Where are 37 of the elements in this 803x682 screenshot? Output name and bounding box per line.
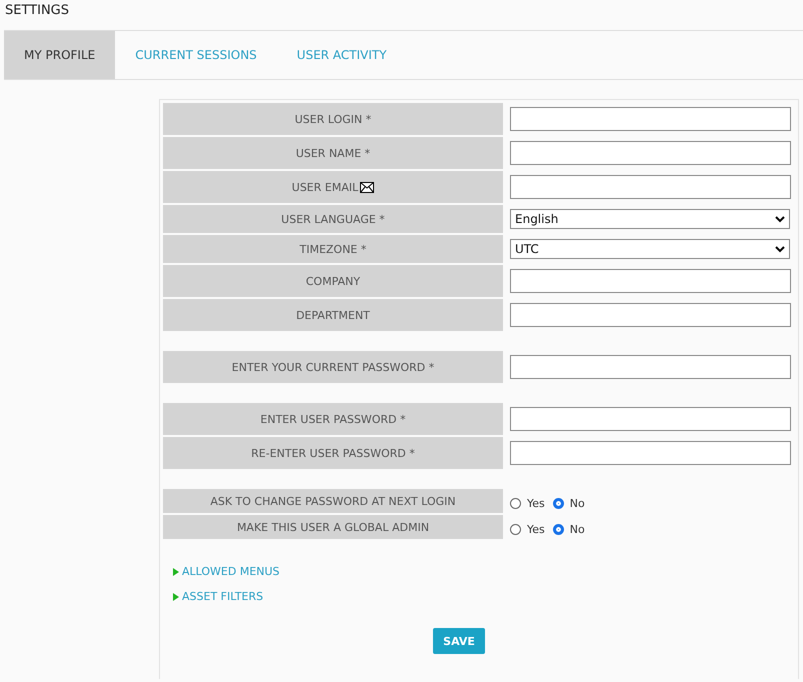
field-label: DEPARTMENT [296,308,370,322]
envelope-icon [360,182,374,192]
field-label: USER LOGIN * [294,112,372,126]
chevron-down-icon [775,216,785,222]
input-field[interactable] [510,175,791,199]
field-label: USER NAME * [296,146,370,160]
input-field[interactable] [510,407,791,431]
radio-label[interactable]: Yes [527,497,545,510]
field-label: COMPANY [306,274,360,288]
input-field[interactable] [510,269,791,293]
page-title: SETTINGS [4,2,70,20]
field-label: ASK TO CHANGE PASSWORD AT NEXT LOGIN [210,494,456,508]
dropdown[interactable]: English [510,209,790,229]
expand-triangle-icon [173,592,179,600]
input-field[interactable] [510,441,791,465]
field-label: MAKE THIS USER A GLOBAL ADMIN [236,520,430,534]
tab[interactable]: MY PROFILE [4,31,116,79]
input-field[interactable] [510,303,791,327]
field-label: ENTER USER PASSWORD * [260,412,406,426]
radio-label[interactable]: No [570,523,585,536]
radio-label[interactable]: Yes [527,523,545,536]
expand-triangle-icon [173,568,179,576]
radio-label[interactable]: No [570,497,585,510]
radio-button[interactable] [552,498,564,509]
dropdown[interactable]: UTC [510,239,790,259]
field-label: TIMEZONE * [300,242,366,256]
radio-button[interactable] [552,524,564,535]
input-field[interactable] [510,355,791,379]
radio-button[interactable] [510,524,521,535]
field-label: USER EMAIL [292,180,358,194]
chevron-down-icon [775,246,785,252]
input-field[interactable] [510,141,791,165]
field-label: USER LANGUAGE * [281,212,385,226]
field-label: RE-ENTER USER PASSWORD * [251,446,415,460]
field-label: ENTER YOUR CURRENT PASSWORD * [232,360,434,374]
radio-button[interactable] [510,498,521,509]
input-field[interactable] [510,107,791,131]
